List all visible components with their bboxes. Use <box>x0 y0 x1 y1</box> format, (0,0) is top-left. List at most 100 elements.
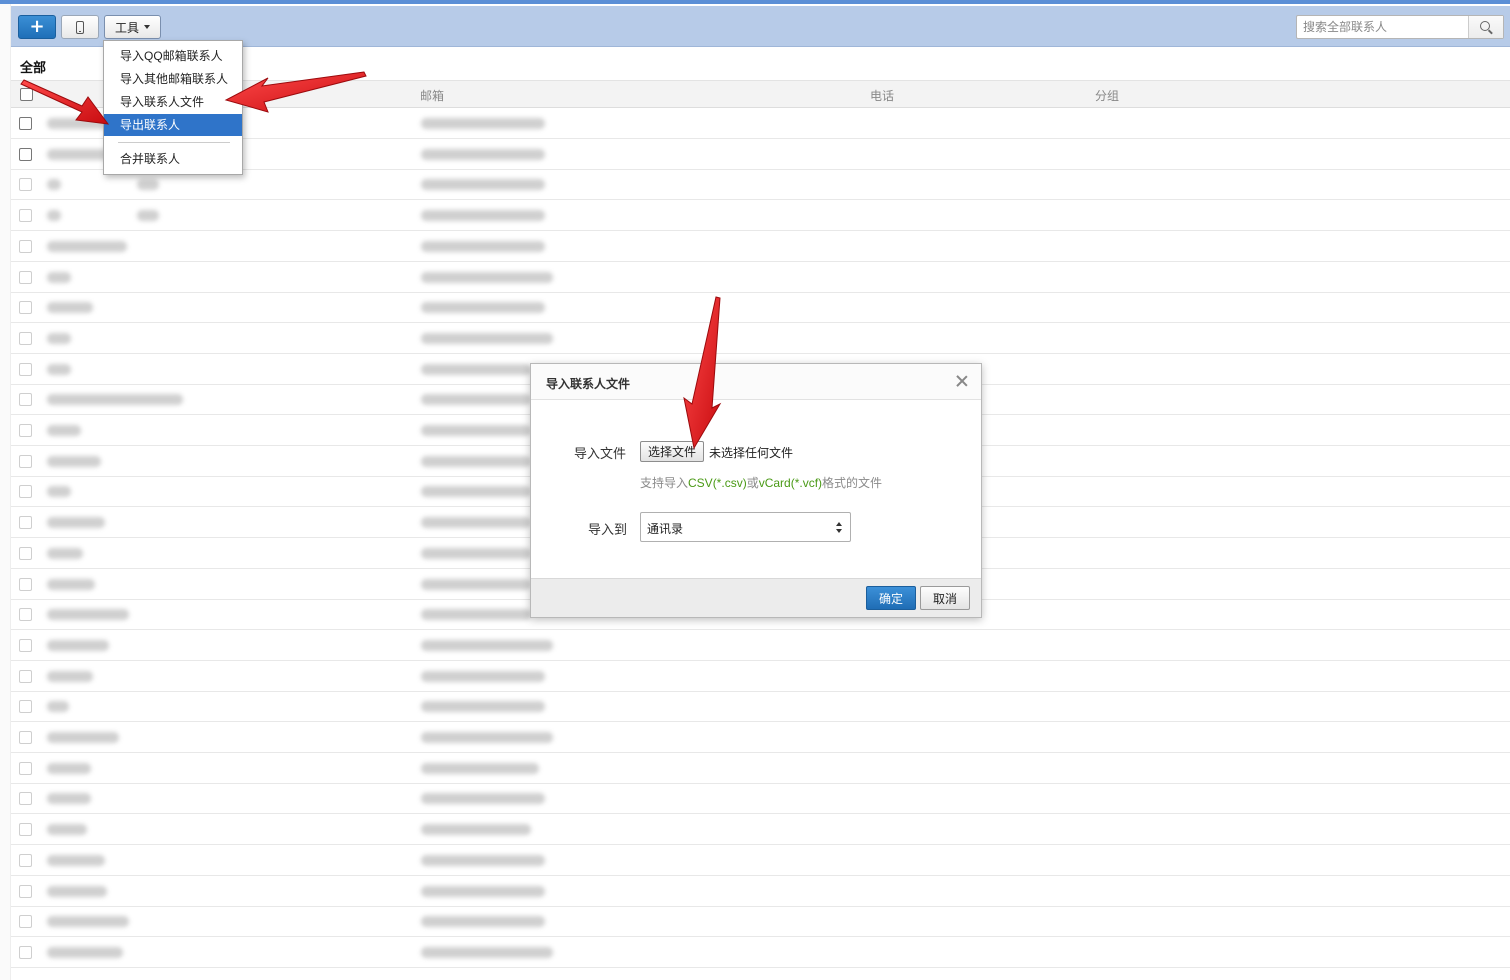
left-edge <box>0 4 11 980</box>
menu-item-import-file[interactable]: 导入联系人文件 <box>104 91 242 113</box>
row-checkbox[interactable] <box>19 823 32 837</box>
caret-down-icon <box>144 25 150 29</box>
menu-item-import-qq[interactable]: 导入QQ邮箱联系人 <box>104 45 242 67</box>
table-row[interactable] <box>11 661 1510 692</box>
table-row[interactable] <box>11 262 1510 293</box>
choose-file-button[interactable]: 选择文件 <box>640 441 704 462</box>
select-arrows-icon <box>836 522 844 534</box>
row-checkbox[interactable] <box>19 516 32 530</box>
contact-email-redacted <box>421 363 531 375</box>
contact-name-redacted <box>47 547 83 559</box>
column-email[interactable]: 邮箱 <box>420 87 444 104</box>
contact-email-redacted <box>421 486 531 498</box>
row-checkbox[interactable] <box>19 117 32 130</box>
file-label: 导入文件 <box>574 446 627 461</box>
row-checkbox[interactable] <box>19 608 32 622</box>
contact-name-redacted <box>47 701 69 713</box>
row-checkbox[interactable] <box>19 362 32 376</box>
contact-name-redacted <box>47 670 93 682</box>
row-checkbox[interactable] <box>19 546 32 560</box>
table-row[interactable] <box>11 231 1510 262</box>
contact-name-redacted <box>47 394 183 406</box>
column-phone[interactable]: 电话 <box>870 87 894 104</box>
contact-email-redacted <box>421 517 531 529</box>
search-input[interactable] <box>1297 16 1467 38</box>
contact-name-redacted <box>47 425 81 436</box>
file-status: 未选择任何文件 <box>709 446 794 460</box>
table-row[interactable] <box>11 937 1510 968</box>
row-checkbox[interactable] <box>19 424 32 437</box>
contact-email-redacted <box>421 578 531 590</box>
tools-dropdown-button[interactable]: 工具 <box>104 15 161 39</box>
contact-name-redacted <box>47 332 71 344</box>
row-checkbox[interactable] <box>19 915 32 929</box>
row-checkbox[interactable] <box>19 700 32 714</box>
row-checkbox[interactable] <box>19 147 32 161</box>
table-row[interactable] <box>11 814 1510 846</box>
contact-email-redacted <box>421 824 531 836</box>
menu-item-export[interactable]: 导出联系人 <box>104 114 242 136</box>
phone-sync-button[interactable] <box>61 15 99 39</box>
table-row[interactable] <box>11 323 1510 354</box>
table-row[interactable] <box>11 630 1510 661</box>
contact-email-redacted <box>421 701 545 713</box>
table-row[interactable] <box>11 845 1510 876</box>
table-row[interactable] <box>11 292 1510 324</box>
contact-name-redacted <box>47 363 71 375</box>
row-checkbox[interactable] <box>19 209 32 223</box>
table-row[interactable] <box>11 691 1510 723</box>
row-checkbox[interactable] <box>19 761 32 775</box>
row-checkbox[interactable] <box>19 638 32 652</box>
contact-email-redacted <box>421 609 531 621</box>
row-checkbox[interactable] <box>19 485 32 499</box>
contact-email-redacted <box>421 240 545 252</box>
contact-email-redacted <box>421 425 531 436</box>
ok-button[interactable]: 确定 <box>866 586 916 610</box>
search-button[interactable] <box>1468 16 1503 38</box>
row-checkbox[interactable] <box>19 301 32 315</box>
row-checkbox[interactable] <box>19 945 32 959</box>
contact-email-redacted <box>421 210 545 222</box>
contact-name-redacted <box>47 762 91 774</box>
select-all-checkbox[interactable] <box>20 88 33 101</box>
contact-name-redacted <box>137 179 159 191</box>
table-row[interactable] <box>11 722 1510 753</box>
contact-name-redacted <box>47 118 107 129</box>
close-icon[interactable] <box>955 374 969 388</box>
contact-email-redacted <box>421 332 553 344</box>
menu-item-import-other[interactable]: 导入其他邮箱联系人 <box>104 68 242 90</box>
row-checkbox[interactable] <box>19 270 32 284</box>
table-row[interactable] <box>11 783 1510 815</box>
contact-name-redacted <box>47 578 95 590</box>
row-checkbox[interactable] <box>19 178 32 192</box>
column-group[interactable]: 分组 <box>1095 87 1119 104</box>
row-checkbox[interactable] <box>19 393 32 407</box>
cancel-button[interactable]: 取消 <box>920 586 970 610</box>
contact-email-redacted <box>421 732 553 743</box>
contact-email-redacted <box>421 762 539 774</box>
plus-icon: + <box>29 16 45 37</box>
row-checkbox[interactable] <box>19 331 32 345</box>
contact-name-redacted <box>47 609 129 621</box>
table-row[interactable] <box>11 876 1510 907</box>
row-checkbox[interactable] <box>19 239 32 253</box>
table-row[interactable] <box>11 200 1510 232</box>
contact-name-redacted <box>47 271 71 283</box>
hint-or: 或 <box>746 476 759 490</box>
row-checkbox[interactable] <box>19 792 32 806</box>
row-checkbox[interactable] <box>19 884 32 898</box>
table-row[interactable] <box>11 906 1510 938</box>
row-checkbox[interactable] <box>19 454 32 468</box>
add-contact-button[interactable]: + <box>18 15 56 39</box>
contact-email-redacted <box>421 793 545 805</box>
contact-name-redacted <box>47 240 127 252</box>
contact-email-redacted <box>421 455 531 467</box>
contact-name-redacted <box>47 179 61 191</box>
row-checkbox[interactable] <box>19 669 32 683</box>
target-select[interactable]: 通讯录 <box>640 512 851 542</box>
menu-item-merge[interactable]: 合并联系人 <box>104 148 242 170</box>
row-checkbox[interactable] <box>19 731 32 744</box>
row-checkbox[interactable] <box>19 577 32 591</box>
row-checkbox[interactable] <box>19 853 32 867</box>
table-row[interactable] <box>11 753 1510 784</box>
